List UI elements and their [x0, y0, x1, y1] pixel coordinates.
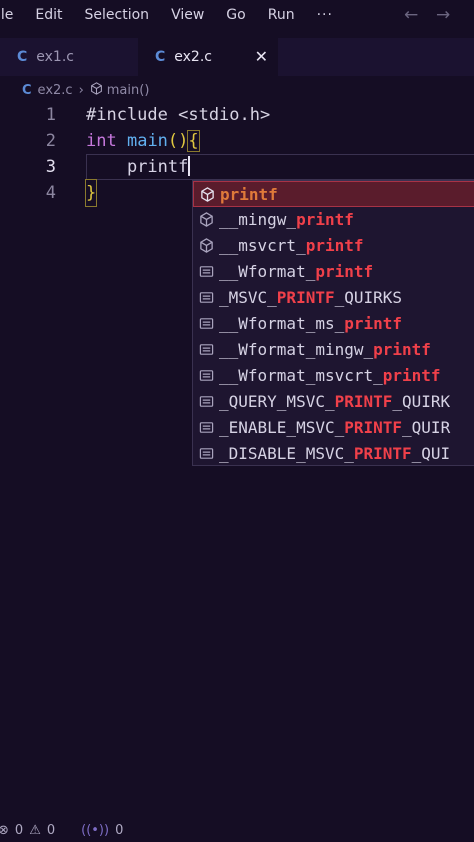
breadcrumb-file[interactable]: ex2.c: [38, 83, 73, 98]
error-count[interactable]: 0: [15, 823, 23, 838]
suggestion-item[interactable]: _DISABLE_MSVC_PRINTF_QUI: [193, 441, 474, 465]
code-line-active[interactable]: 3 printf: [0, 154, 474, 180]
parens: (): [167, 131, 189, 151]
cube-icon: [197, 233, 215, 259]
suggestion-label: __Wformat_ms_printf: [219, 314, 403, 333]
text-cursor: [188, 156, 191, 176]
suggestion-item[interactable]: __Wformat_msvcrt_printf: [193, 363, 474, 389]
suggestion-label: __Wformat_msvcrt_printf: [219, 366, 441, 385]
menu-selection[interactable]: Selection: [85, 7, 150, 23]
suggestion-label: _DISABLE_MSVC_PRINTF_QUI: [219, 444, 451, 463]
menu-view[interactable]: View: [171, 7, 204, 23]
include-directive: #include <stdio.h>: [86, 105, 271, 125]
function-name: main: [126, 131, 168, 151]
menu-more-button[interactable]: ···: [317, 7, 333, 23]
list-icon: [197, 389, 215, 415]
list-icon: [197, 285, 215, 311]
list-icon: [197, 311, 215, 337]
arrow-left-icon[interactable]: ←: [404, 5, 418, 25]
broadcast-icon[interactable]: ((•)): [81, 823, 109, 838]
tab-ex1[interactable]: C ex1.c: [0, 38, 138, 76]
close-brace: }: [84, 179, 98, 207]
open-brace: {: [187, 130, 200, 152]
suggestion-item[interactable]: printf: [193, 181, 474, 207]
code-line[interactable]: 1 #include <stdio.h>: [0, 102, 474, 128]
menu-go[interactable]: Go: [226, 7, 245, 23]
line-number: 4: [45, 183, 56, 203]
suggestion-label: _MSVC_PRINTF_QUIRKS: [219, 288, 403, 307]
suggestion-item[interactable]: _ENABLE_MSVC_PRINTF_QUIR: [193, 415, 474, 441]
ports-count[interactable]: 0: [115, 823, 123, 838]
keyword-int: int: [86, 131, 117, 151]
suggestion-widget: printf __mingw_printf __msvcrt_printf __Wfo…: [192, 180, 474, 466]
suggestion-label: _ENABLE_MSVC_PRINTF_QUIR: [219, 418, 451, 437]
warning-count[interactable]: 0: [47, 823, 55, 838]
c-file-icon: C: [155, 49, 166, 65]
breadcrumb-symbol[interactable]: main(): [107, 83, 150, 98]
suggestion-label: __msvcrt_printf: [219, 236, 364, 255]
suggestion-label: __Wformat_printf: [219, 262, 374, 281]
line-number: 3: [45, 157, 56, 177]
list-icon: [197, 259, 215, 285]
suggestion-label: __mingw_printf: [219, 210, 354, 229]
arrow-right-icon[interactable]: →: [436, 5, 450, 25]
cube-icon: [198, 182, 216, 208]
list-icon: [197, 441, 215, 465]
chevron-right-icon: ›: [78, 82, 84, 98]
tab-label: ex2.c: [174, 49, 212, 65]
suggestion-item[interactable]: _MSVC_PRINTF_QUIRKS: [193, 285, 474, 311]
suggestion-label: __Wformat_mingw_printf: [219, 340, 431, 359]
suggestion-label: printf: [220, 185, 278, 204]
suggestion-item[interactable]: __Wformat_ms_printf: [193, 311, 474, 337]
typed-text: printf: [126, 157, 189, 177]
suggestion-item[interactable]: _QUERY_MSVC_PRINTF_QUIRK: [193, 389, 474, 415]
menu-edit[interactable]: Edit: [35, 7, 62, 23]
list-icon: [197, 363, 215, 389]
suggestion-item[interactable]: __Wformat_printf: [193, 259, 474, 285]
cube-icon: [90, 81, 103, 99]
line-number: 1: [45, 105, 56, 125]
c-file-icon: C: [17, 49, 28, 65]
c-file-icon: C: [22, 82, 32, 98]
line-number: 2: [45, 131, 56, 151]
close-icon[interactable]: ✕: [255, 47, 268, 66]
tab-ex2[interactable]: C ex2.c ✕: [138, 38, 278, 76]
suggestion-item[interactable]: __msvcrt_printf: [193, 233, 474, 259]
menu-run[interactable]: Run: [268, 7, 295, 23]
suggestion-item[interactable]: __Wformat_mingw_printf: [193, 337, 474, 363]
list-icon: [197, 337, 215, 363]
editor-tabs: C ex1.c C ex2.c ✕: [0, 38, 474, 76]
menu-bar: ile Edit Selection View Go Run ··· ← →: [0, 0, 474, 30]
tab-label: ex1.c: [36, 49, 74, 65]
error-icon[interactable]: ⊗: [0, 823, 9, 838]
cube-icon: [197, 207, 215, 233]
code-line[interactable]: 2 int main(){: [0, 128, 474, 154]
status-bar: ⊗ 0 ⚠ 0 ((•)) 0: [0, 818, 474, 842]
suggestion-item[interactable]: __mingw_printf: [193, 207, 474, 233]
warning-icon[interactable]: ⚠: [29, 823, 41, 838]
breadcrumb: C ex2.c › main(): [22, 80, 149, 100]
list-icon: [197, 415, 215, 441]
suggestion-label: _QUERY_MSVC_PRINTF_QUIRK: [219, 392, 451, 411]
menu-file[interactable]: ile: [0, 7, 13, 23]
